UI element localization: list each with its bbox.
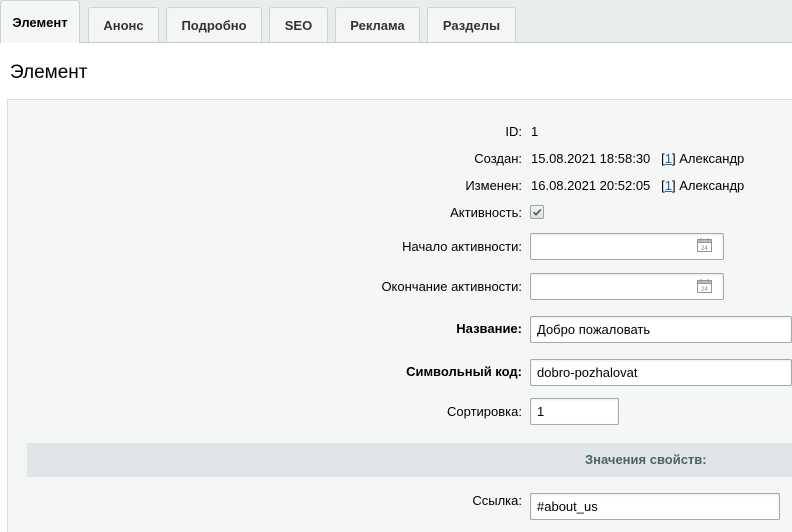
sort-input[interactable] bbox=[530, 398, 619, 425]
tab-advertising[interactable]: Реклама bbox=[335, 7, 420, 42]
active-to-label: Окончание активности: bbox=[381, 279, 522, 294]
page-title: Элемент bbox=[10, 62, 88, 83]
tab-element[interactable]: Элемент bbox=[0, 0, 80, 45]
created-user-link[interactable]: 1 bbox=[665, 151, 672, 166]
code-input[interactable] bbox=[530, 359, 792, 386]
calendar-day: 24 bbox=[701, 246, 708, 252]
name-label: Название: bbox=[456, 321, 522, 336]
active-from-input[interactable] bbox=[530, 233, 724, 260]
calendar-icon[interactable]: 24 bbox=[697, 279, 712, 293]
section-heading: Элемент bbox=[0, 43, 792, 100]
properties-group-title: Значения свойств: bbox=[585, 452, 707, 467]
calendar-day: 24 bbox=[701, 287, 708, 293]
sort-label: Сортировка: bbox=[447, 404, 522, 419]
id-value: 1 bbox=[531, 124, 539, 139]
tab-label: Анонс bbox=[103, 17, 144, 33]
modified-user-link[interactable]: 1 bbox=[665, 178, 672, 193]
name-input[interactable] bbox=[530, 316, 792, 343]
tab-seo[interactable]: SEO bbox=[269, 7, 328, 42]
created-value: 15.08.2021 18:58:30 [1] Александр bbox=[531, 151, 744, 166]
created-label: Создан: bbox=[474, 151, 522, 166]
active-from-label: Начало активности: bbox=[402, 239, 522, 254]
tab-label: Разделы bbox=[442, 17, 501, 33]
calendar-icon[interactable]: 24 bbox=[697, 238, 712, 252]
modified-value: 16.08.2021 20:52:05 [1] Александр bbox=[531, 178, 744, 193]
tab-announce[interactable]: Анонс bbox=[88, 7, 159, 42]
id-label: ID: bbox=[505, 124, 522, 139]
active-to-input[interactable] bbox=[530, 273, 724, 300]
tab-label: Элемент bbox=[12, 15, 68, 30]
tab-sections[interactable]: Разделы bbox=[427, 7, 516, 42]
link-input[interactable] bbox=[530, 493, 780, 520]
link-label: Ссылка: bbox=[472, 493, 522, 508]
created-date: 15.08.2021 18:58:30 bbox=[531, 151, 651, 166]
properties-group-header: Значения свойств: bbox=[27, 443, 792, 477]
tab-details[interactable]: Подробно bbox=[166, 7, 262, 42]
code-label: Символьный код: bbox=[406, 364, 522, 379]
active-label: Активность: bbox=[450, 205, 522, 220]
active-checkbox[interactable] bbox=[530, 205, 544, 219]
tab-label: SEO bbox=[284, 17, 313, 33]
tab-bar: Элемент Анонс Подробно SEO Реклама Разде… bbox=[0, 0, 792, 45]
tab-label: Реклама bbox=[350, 17, 405, 33]
modified-date: 16.08.2021 20:52:05 bbox=[531, 178, 651, 193]
modified-label: Изменен: bbox=[465, 178, 522, 193]
created-user-name: Александр bbox=[679, 151, 745, 166]
modified-user-close: ] bbox=[671, 178, 676, 193]
checkmark-icon bbox=[532, 208, 542, 216]
tab-label: Подробно bbox=[181, 17, 247, 33]
created-user-close: ] bbox=[671, 151, 676, 166]
modified-user-name: Александр bbox=[679, 178, 745, 193]
